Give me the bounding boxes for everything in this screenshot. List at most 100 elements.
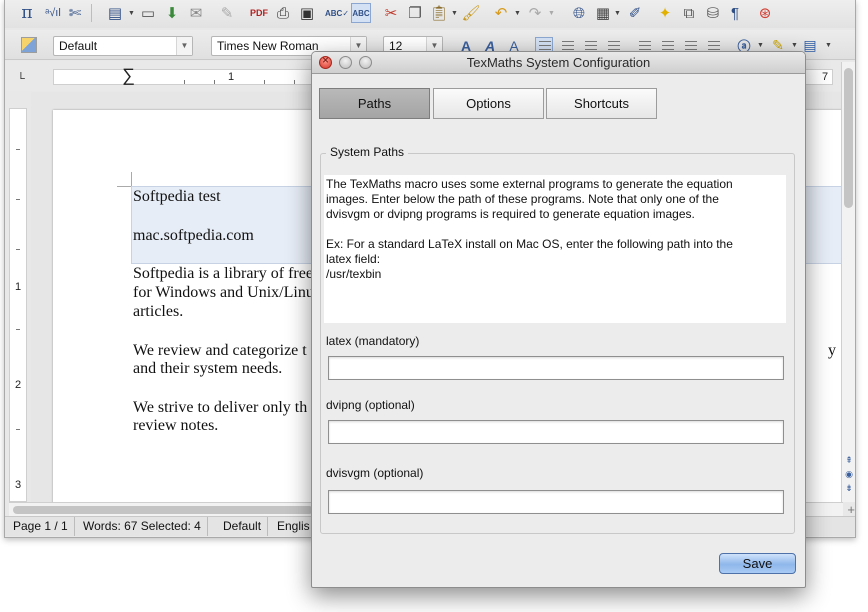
ruler-tick	[214, 80, 215, 84]
redo-icon[interactable]: ↷	[525, 3, 545, 23]
chevron-down-icon[interactable]: ▼	[451, 10, 458, 17]
font-name-value: Times New Roman	[217, 39, 319, 53]
document-line[interactable]: for Windows and Unix/Linu	[133, 284, 314, 302]
dvipng-path-input[interactable]	[328, 420, 784, 444]
navigator-icon[interactable]: ✦	[655, 3, 675, 23]
document-line[interactable]: mac.softpedia.com	[133, 227, 254, 245]
dialog-title: TexMaths System Configuration	[466, 55, 651, 70]
texmaths-config-dialog: TexMaths System Configuration Paths Opti…	[311, 51, 806, 588]
vertical-ruler[interactable]: 1 2 3	[9, 108, 27, 502]
math-icon[interactable]: ᵃ√ıl	[43, 3, 63, 23]
print-icon[interactable]: ⎙	[273, 3, 293, 23]
pdf-icon[interactable]: PDF	[249, 3, 269, 23]
next-page-icon[interactable]: ⇟	[843, 482, 855, 494]
undo-icon[interactable]: ↶	[491, 3, 511, 23]
chevron-down-icon[interactable]: ▼	[176, 37, 192, 55]
document-line-fragment[interactable]: y	[828, 342, 836, 360]
autospell-icon[interactable]: ABC	[351, 3, 371, 23]
mail-icon[interactable]: ✉	[186, 3, 206, 23]
paragraph-style-value: Default	[59, 39, 98, 53]
previous-page-icon[interactable]: ⇞	[843, 454, 855, 466]
info-line: images. Enter below the path of these pr…	[326, 192, 719, 206]
copy-icon[interactable]: ❐	[405, 3, 425, 23]
hyperlink-icon[interactable]: 🌐︎	[569, 3, 589, 23]
paste-icon[interactable]: 📋︎	[429, 3, 449, 23]
document-line[interactable]: review notes.	[133, 417, 218, 435]
ruler-tick	[16, 329, 20, 330]
pi-icon[interactable]: π	[17, 3, 37, 23]
print-preview-icon[interactable]: ▣	[297, 3, 317, 23]
cut-icon[interactable]: ✂	[381, 3, 401, 23]
group-title: System Paths	[326, 145, 409, 159]
scroll-thumb[interactable]	[844, 68, 853, 208]
ruler-tick	[16, 429, 20, 430]
info-line	[326, 222, 784, 237]
datasource-icon[interactable]: ⛁	[703, 3, 723, 23]
scroll-thumb[interactable]	[13, 506, 313, 514]
toolbar-separator	[91, 4, 92, 22]
dialog-titlebar[interactable]: TexMaths System Configuration	[312, 52, 805, 74]
status-page[interactable]: Page 1 / 1	[7, 517, 75, 536]
add-icon[interactable]: +	[847, 502, 855, 517]
tab-stop-icon[interactable]: └	[17, 73, 25, 85]
ruler-number: 3	[15, 479, 22, 491]
paragraph-style-select[interactable]: Default ▼	[53, 36, 193, 56]
minimize-window-icon[interactable]	[339, 56, 352, 69]
document-line[interactable]: We review and categorize t	[133, 342, 307, 360]
crop-mark	[117, 186, 131, 187]
help-icon[interactable]: ⊛	[755, 3, 775, 23]
tab-shortcuts[interactable]: Shortcuts	[546, 88, 657, 119]
status-word-count[interactable]: Words: 67 Selected: 4	[77, 517, 208, 536]
dvisvgm-path-input[interactable]	[328, 490, 784, 514]
standard-toolbar: π ᵃ√ıl ✄ ▤ ▼ ▭ ⬇ ✉ ✎ PDF ⎙ ▣ ABC✓ ABC ✂ …	[5, 0, 855, 28]
save-button[interactable]: Save	[719, 553, 796, 574]
chevron-down-icon[interactable]: ▼	[614, 10, 621, 17]
ruler-number: 1	[15, 281, 22, 293]
indent-marker-icon[interactable]: ∑	[122, 65, 135, 86]
navigation-icon[interactable]: ◉	[843, 468, 855, 480]
chevron-down-icon[interactable]: ▼	[128, 10, 135, 17]
tab-options[interactable]: Options	[433, 88, 544, 119]
info-line: The TexMaths macro uses some external pr…	[326, 177, 733, 191]
ruler-tick	[16, 199, 20, 200]
document-line[interactable]: Softpedia test	[133, 188, 221, 206]
status-page-style[interactable]: Default	[217, 517, 269, 536]
format-paintbrush-icon[interactable]: 🖌︎	[461, 3, 481, 23]
spellcheck-icon[interactable]: ABC✓	[325, 3, 349, 23]
table-icon[interactable]: ▦	[593, 3, 613, 23]
edit-icon[interactable]: ✎	[217, 3, 237, 23]
chevron-down-icon[interactable]: ▼	[514, 10, 521, 17]
open-folder-icon[interactable]: ▭	[138, 3, 158, 23]
ruler-number: 2	[15, 379, 22, 391]
status-language[interactable]: Englis	[271, 517, 316, 536]
ruler-tick	[264, 80, 265, 84]
vertical-scrollbar[interactable]: ⇞ ◉ ⇟	[841, 62, 855, 502]
gallery-icon[interactable]: ⧉	[679, 3, 699, 23]
chevron-down-icon[interactable]: ▼	[825, 42, 832, 49]
close-window-icon[interactable]	[319, 53, 332, 69]
draw-icon[interactable]: ✐	[625, 3, 645, 23]
ruler-tick	[294, 80, 295, 84]
info-line: dvisvgm or dvipng programs is required t…	[326, 207, 695, 221]
zoom-window-icon[interactable]	[359, 56, 372, 69]
info-line: latex field:	[326, 252, 381, 266]
save-icon[interactable]: ⬇	[162, 3, 182, 23]
crop-mark	[131, 172, 132, 186]
document-line[interactable]: We strive to deliver only th	[133, 399, 307, 417]
latex-path-input[interactable]	[328, 356, 784, 380]
chevron-down-icon[interactable]: ▼	[757, 42, 764, 49]
chevron-down-icon[interactable]: ▼	[791, 42, 798, 49]
document-line[interactable]: articles.	[133, 303, 183, 321]
chevron-down-icon[interactable]: ▼	[548, 10, 555, 17]
ruler-tick	[184, 80, 185, 84]
styles-icon[interactable]	[21, 37, 37, 53]
new-document-icon[interactable]: ▤	[105, 3, 125, 23]
document-line[interactable]: Softpedia is a library of free	[133, 265, 313, 283]
info-text: The TexMaths macro uses some external pr…	[324, 175, 786, 323]
pilcrow-icon[interactable]: ¶	[725, 3, 745, 23]
scissors-icon[interactable]: ✄	[65, 3, 85, 23]
info-line: Ex: For a standard LaTeX install on Mac …	[326, 237, 733, 251]
document-line[interactable]: and their system needs.	[133, 360, 282, 378]
tab-paths[interactable]: Paths	[319, 88, 430, 119]
ruler-tick	[16, 149, 20, 150]
